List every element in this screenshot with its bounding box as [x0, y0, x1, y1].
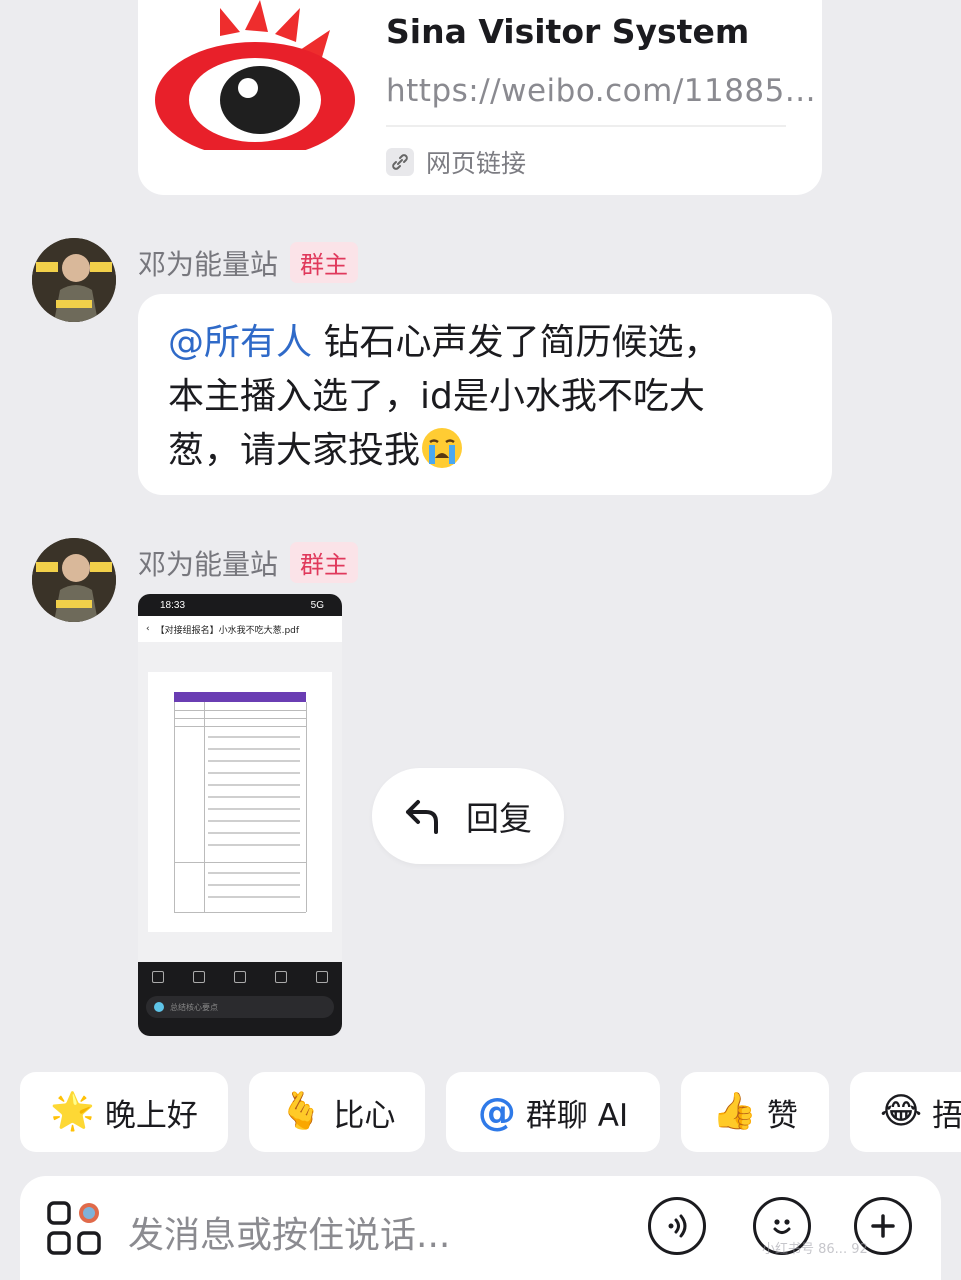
link-title: Sina Visitor System	[386, 12, 750, 51]
plus-icon	[871, 1214, 895, 1238]
message-text: 钻石心声发了简历候选，	[312, 322, 720, 363]
chat-screen: Sina Visitor System https://weibo.com/11…	[0, 0, 961, 1280]
doc-row	[174, 710, 306, 711]
doc-text	[208, 796, 300, 798]
doc-row	[174, 862, 306, 863]
doc-col	[174, 702, 175, 912]
toolbar-icon	[315, 971, 328, 983]
image-message[interactable]: 18:33 5G ‹ 【对接组报名】小水我不吃大葱.pdf 总结核心要点	[138, 594, 342, 1036]
thumbs-up-emoji-icon: 👍	[712, 1091, 757, 1132]
toolbar-icon	[274, 971, 287, 983]
quick-reply-chip[interactable]: 😂 捂	[850, 1072, 961, 1152]
voice-wave-icon	[668, 1214, 687, 1238]
toolbar-icon	[193, 971, 206, 983]
doc-row	[174, 718, 306, 719]
link-icon	[386, 148, 414, 176]
phone-toolbar	[138, 962, 342, 992]
quick-reply-bar: 🌟 晚上好 🫰 比心 @ 群聊 AI 👍 赞 😂 捂	[0, 1072, 961, 1152]
doc-text	[208, 896, 300, 898]
message-input[interactable]: 发消息或按住说话...	[128, 1206, 450, 1258]
sender-row: 邓为能量站 群主	[138, 242, 359, 283]
sender-name[interactable]: 邓为能量站	[138, 243, 278, 283]
avatar[interactable]	[32, 238, 116, 322]
watermark: 小红书号 86... 92	[762, 1242, 868, 1257]
chip-label: 群聊 AI	[525, 1097, 629, 1134]
input-bar: 发消息或按住说话...	[20, 1176, 941, 1280]
toolbar-icon	[233, 971, 246, 983]
voice-button[interactable]	[648, 1197, 706, 1255]
owner-badge: 群主	[290, 542, 359, 583]
chip-label: 捂	[932, 1097, 961, 1134]
apps-grid-icon[interactable]	[46, 1200, 102, 1256]
quick-reply-chip[interactable]: 🫰 比心	[249, 1072, 425, 1152]
mention-all[interactable]: @所有人	[168, 322, 312, 363]
smiley-icon	[773, 1219, 791, 1234]
doc-text	[208, 772, 300, 774]
doc-text	[208, 872, 300, 874]
owner-badge: 群主	[290, 242, 359, 283]
doc-page	[148, 672, 332, 932]
doc-row	[174, 726, 306, 727]
doc-text	[208, 820, 300, 822]
message-text: 葱，请大家投我	[168, 430, 421, 471]
status-time: 18:33	[160, 599, 186, 611]
message-line: 本主播入选了，id是小水我不吃大	[168, 376, 705, 417]
doc-text	[208, 832, 300, 834]
loudly-crying-face-icon	[422, 428, 463, 468]
at-icon: @	[477, 1090, 516, 1134]
link-url[interactable]: https://weibo.com/11885...	[386, 73, 816, 109]
doc-text	[208, 808, 300, 810]
quick-reply-chip[interactable]: @ 群聊 AI	[446, 1072, 660, 1152]
doc-col	[204, 702, 205, 912]
toolbar-icon	[152, 971, 165, 983]
phone-doc-header: ‹ 【对接组报名】小水我不吃大葱.pdf	[138, 616, 342, 642]
doc-row	[174, 912, 306, 913]
quick-reply-chip[interactable]: 🌟 晚上好	[20, 1072, 228, 1152]
phone-input: 总结核心要点	[146, 996, 334, 1018]
link-type: 网页链接	[386, 144, 526, 180]
heart-hands-emoji-icon: 🫰	[278, 1091, 324, 1132]
laughing-emoji-icon: 😂	[880, 1091, 923, 1132]
doc-title-bar	[174, 692, 306, 702]
chip-label: 比心	[333, 1097, 396, 1134]
ai-dot-icon	[154, 1002, 164, 1012]
divider	[386, 125, 786, 127]
doc-text	[208, 884, 300, 886]
link-card[interactable]: Sina Visitor System https://weibo.com/11…	[138, 0, 822, 195]
back-icon: ‹	[146, 624, 150, 634]
chip-label: 赞	[766, 1097, 798, 1134]
doc-text	[208, 760, 300, 762]
chip-label: 晚上好	[104, 1097, 198, 1134]
message-line: @所有人 钻石心声发了简历候选，	[168, 316, 802, 370]
status-network: 5G	[310, 599, 324, 611]
link-type-label: 网页链接	[426, 149, 527, 178]
reply-button[interactable]: 回复	[372, 768, 564, 864]
phone-input-hint: 总结核心要点	[170, 1002, 218, 1012]
doc-col	[306, 702, 307, 912]
doc-text	[208, 784, 300, 786]
sender-name[interactable]: 邓为能量站	[138, 543, 278, 583]
reply-arrow-icon	[406, 800, 438, 834]
avatar[interactable]	[32, 538, 116, 622]
star-emoji-icon: 🌟	[50, 1091, 95, 1132]
sender-row: 邓为能量站 群主	[138, 542, 359, 583]
doc-preview	[138, 642, 342, 962]
doc-name: 【对接组报名】小水我不吃大葱.pdf	[155, 625, 300, 636]
doc-text	[208, 736, 300, 738]
doc-text	[208, 748, 300, 750]
text-message-bubble[interactable]: @所有人 钻石心声发了简历候选， 本主播入选了，id是小水我不吃大 葱，请大家投…	[138, 294, 832, 495]
quick-reply-chip[interactable]: 👍 赞	[681, 1072, 829, 1152]
weibo-logo-icon	[155, 0, 355, 150]
doc-text	[208, 844, 300, 846]
message-line: 葱，请大家投我	[168, 424, 802, 478]
reply-label: 回复	[466, 799, 532, 838]
phone-status-bar: 18:33 5G	[138, 594, 342, 616]
